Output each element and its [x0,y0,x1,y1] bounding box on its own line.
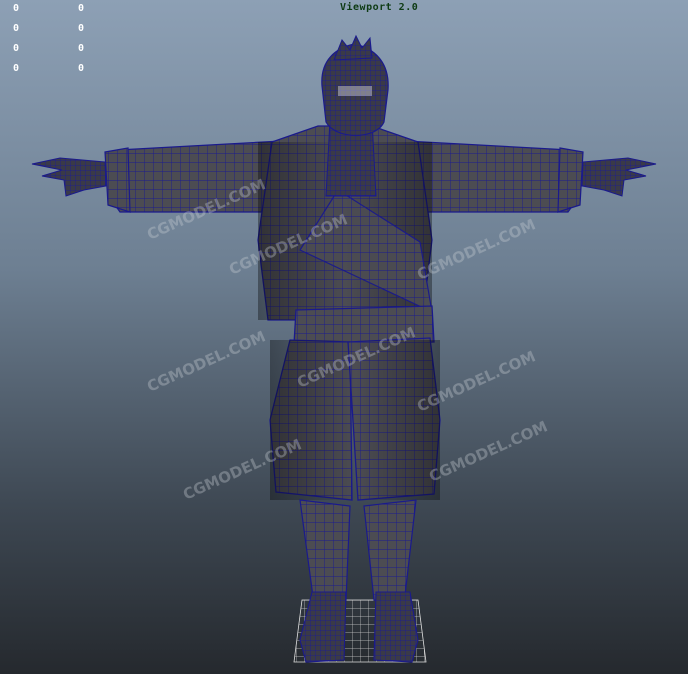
character-tpose-model-icon[interactable] [31,34,657,663]
watermark-text: CGMODEL.COM [414,215,538,283]
watermark-text: CGMODEL.COM [144,327,268,395]
3d-viewport[interactable]: CGMODEL.COM CGMODEL.COM CGMODEL.COM CGMO… [0,0,688,674]
watermark-text: CGMODEL.COM [426,417,550,485]
